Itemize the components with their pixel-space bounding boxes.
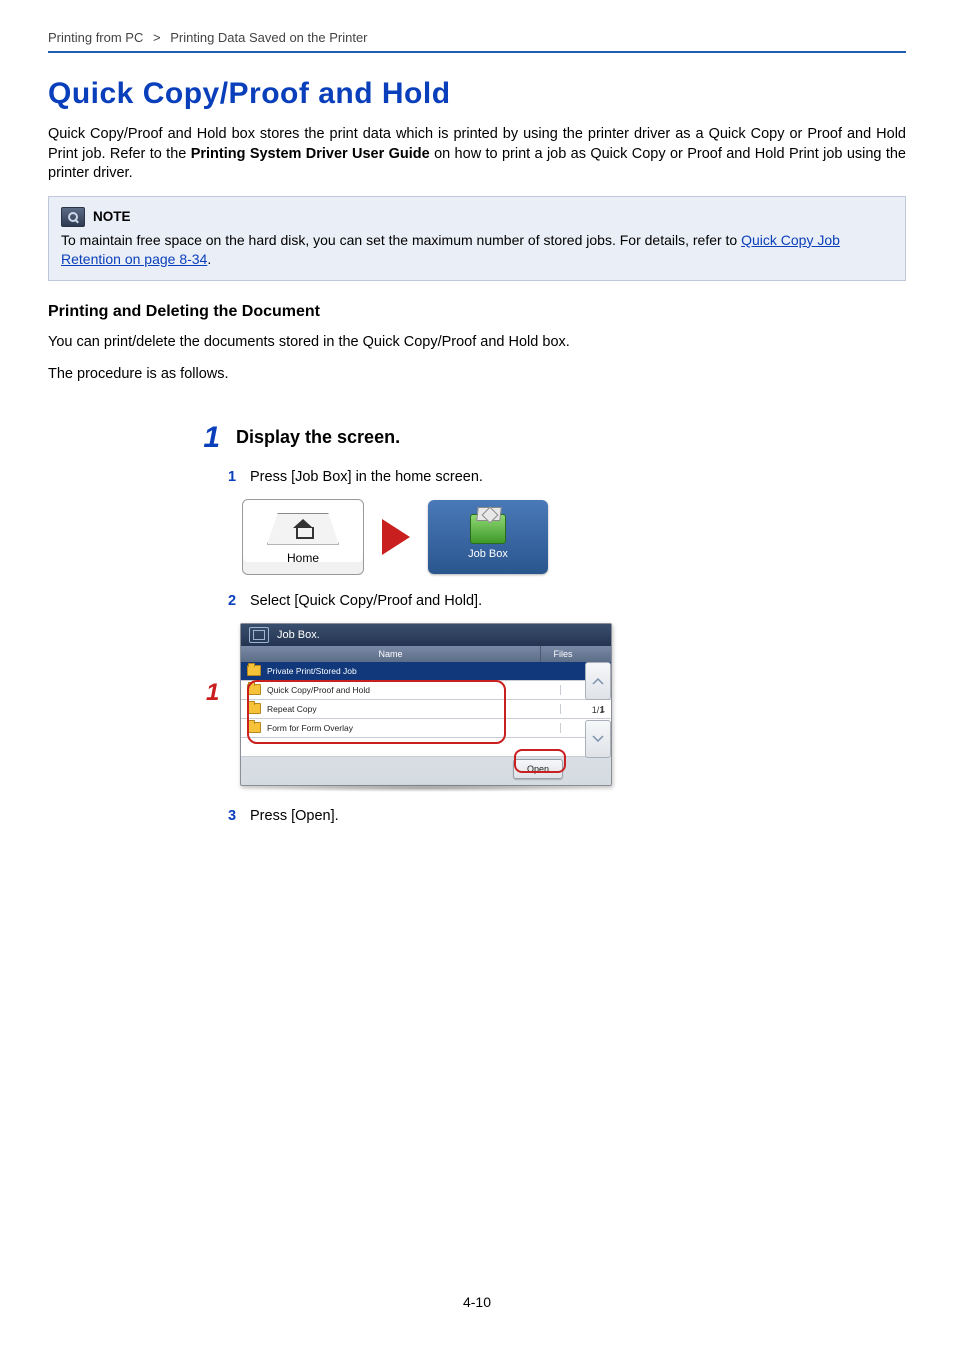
note-icon [61,207,85,227]
folder-icon [247,684,261,695]
screen-shadow [240,784,610,792]
row-name: Repeat Copy [267,704,560,714]
home-label: Home [287,551,319,565]
home-button[interactable]: Home [242,499,364,575]
note-pre: To maintain free space on the hard disk,… [61,232,741,248]
list-row-empty [241,738,611,757]
col-files-header: Files [541,646,585,662]
list-row-private-print[interactable]: Private Print/Stored Job 21 [241,662,611,681]
folder-icon [247,722,261,733]
breadcrumb-separator: > [153,30,161,45]
list-row-repeat-copy[interactable]: Repeat Copy 1 [241,700,611,719]
screen-title: Job Box. [277,629,320,641]
substep-2-num: 2 [228,593,240,609]
paragraph-1: You can print/delete the documents store… [48,333,906,353]
list-row-form-overlay[interactable]: Form for Form Overlay 3 [241,719,611,738]
substep-3: 3 Press [Open]. [228,808,906,824]
callout-1: 1 [206,679,219,707]
substep-2: 2 Select [Quick Copy/Proof and Hold]. [228,593,906,609]
chevron-up-icon [592,677,604,685]
substep-1-text: Press [Job Box] in the home screen. [250,469,483,485]
home-icon [294,520,312,538]
breadcrumb: Printing from PC > Printing Data Saved o… [48,30,906,45]
intro-bold: Printing System Driver User Guide [191,146,430,162]
breadcrumb-section: Printing from PC [48,30,143,45]
jobbox-screen: Job Box. Name Files Private Print/Stored… [240,623,612,786]
intro-paragraph: Quick Copy/Proof and Hold box stores the… [48,125,906,184]
col-name-header: Name [241,646,541,662]
jobbox-button[interactable]: Job Box [428,500,548,574]
substep-3-text: Press [Open]. [250,808,339,824]
page-indicator: 1/1 [592,700,605,720]
list-row-quick-copy[interactable]: Quick Copy/Proof and Hold 21 [241,681,611,700]
note-label: NOTE [93,209,131,224]
jobbox-icon [470,514,506,544]
figure-home-jobbox: Home Job Box [242,499,906,575]
step-title: Display the screen. [236,427,400,448]
step-number: 1 [188,421,220,455]
note-post: . [207,251,211,267]
row-name: Quick Copy/Proof and Hold [267,685,560,695]
scroll-up-button[interactable] [585,662,611,700]
open-button[interactable]: Open [513,759,563,779]
row-name: Form for Form Overlay [267,723,560,733]
substep-1: 1 Press [Job Box] in the home screen. [228,469,906,485]
divider [48,51,906,53]
page-title: Quick Copy/Proof and Hold [48,77,906,111]
page-number: 4-10 [0,1294,954,1310]
note-box: NOTE To maintain free space on the hard … [48,196,906,282]
folder-icon [247,703,261,714]
arrow-right-icon [382,519,410,555]
note-text: To maintain free space on the hard disk,… [61,231,893,269]
screen-titlebar: Job Box. [241,624,611,646]
paragraph-2: The procedure is as follows. [48,365,906,385]
screen-column-header: Name Files [241,646,611,662]
scroll-down-button[interactable] [585,720,611,758]
row-name: Private Print/Stored Job [267,666,560,676]
substep-3-num: 3 [228,808,240,824]
substep-1-num: 1 [228,469,240,485]
folder-icon [247,665,261,676]
breadcrumb-page: Printing Data Saved on the Printer [170,30,367,45]
jobbox-label: Job Box [468,548,508,560]
screen-figure: 1 2 Job Box. Name Files Private Prin [208,623,906,786]
subheading: Printing and Deleting the Document [48,303,906,321]
nav-column: 1/1 [585,662,611,758]
chevron-down-icon [592,735,604,743]
titlebar-icon [249,627,269,643]
step-block: 1 Display the screen. 1 Press [Job Box] … [188,421,906,824]
substep-2-text: Select [Quick Copy/Proof and Hold]. [250,593,482,609]
